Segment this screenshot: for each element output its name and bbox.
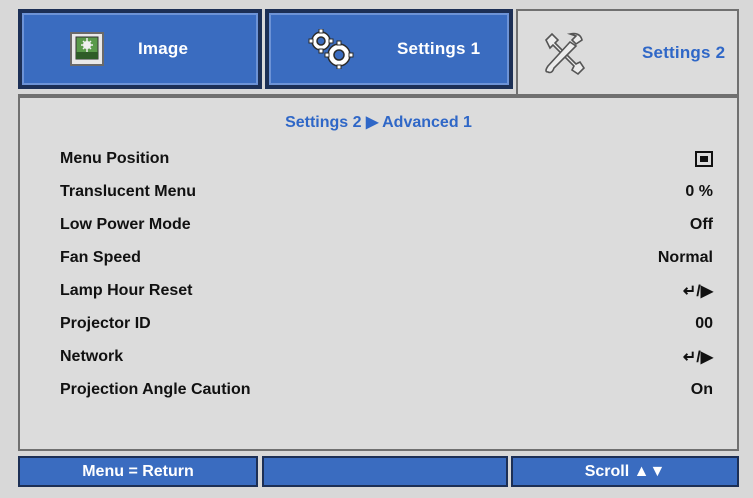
projector-osd-menu: Image Settings 1 Settings 2 Settings 2 ▶… (0, 0, 753, 498)
menu-item-menu-position[interactable]: Menu Position (60, 146, 713, 172)
menu-item-low-power-mode[interactable]: Low Power Mode Off (60, 212, 713, 238)
menu-item-label: Projector ID (60, 315, 151, 332)
tab-image-label: Image (138, 39, 189, 58)
menu-item-translucent-menu[interactable]: Translucent Menu 0 % (60, 179, 713, 205)
tab-settings-2-label: Settings 2 (642, 43, 726, 62)
menu-item-label: Low Power Mode (60, 216, 191, 233)
menu-item-value: 00 (695, 315, 713, 332)
menu-item-network[interactable]: Network ↵/▶ (60, 344, 713, 370)
menu-item-label: Fan Speed (60, 249, 141, 266)
menu-item-projector-id[interactable]: Projector ID 00 (60, 311, 713, 337)
menu-item-label: Network (60, 348, 124, 365)
footer-scroll: Scroll ▲▼ (511, 456, 739, 487)
breadcrumb: Settings 2 ▶ Advanced 1 (285, 114, 472, 131)
gears-icon (307, 28, 357, 70)
footer-middle (262, 456, 508, 487)
menu-item-fan-speed[interactable]: Fan Speed Normal (60, 245, 713, 271)
menu-item-value: Off (689, 216, 713, 233)
menu-item-label: Projection Angle Caution (60, 381, 251, 398)
menu-item-value: On (690, 381, 713, 398)
tools-icon (540, 30, 586, 76)
menu-item-label: Lamp Hour Reset (60, 282, 193, 299)
menu-position-icon (695, 150, 713, 168)
tab-image[interactable]: Image (18, 9, 262, 89)
enter-arrow-icon: ↵/▶ (682, 349, 713, 366)
menu-item-lamp-hour-reset[interactable]: Lamp Hour Reset ↵/▶ (60, 278, 713, 304)
tab-settings-2[interactable]: Settings 2 (516, 9, 739, 95)
menu-item-projection-angle-caution[interactable]: Projection Angle Caution On (60, 377, 713, 403)
menu-item-label: Menu Position (60, 150, 170, 167)
menu-panel: Settings 2 ▶ Advanced 1 Menu Position Tr… (18, 94, 739, 451)
menu-item-value: Normal (657, 249, 713, 266)
menu-item-label: Translucent Menu (60, 183, 197, 200)
menu-item-value: 0 % (685, 183, 713, 200)
image-icon (70, 32, 104, 66)
footer-menu-return: Menu = Return (18, 456, 258, 487)
tab-settings-1[interactable]: Settings 1 (265, 9, 513, 89)
enter-arrow-icon: ↵/▶ (682, 283, 713, 300)
tab-settings-1-label: Settings 1 (397, 39, 481, 58)
